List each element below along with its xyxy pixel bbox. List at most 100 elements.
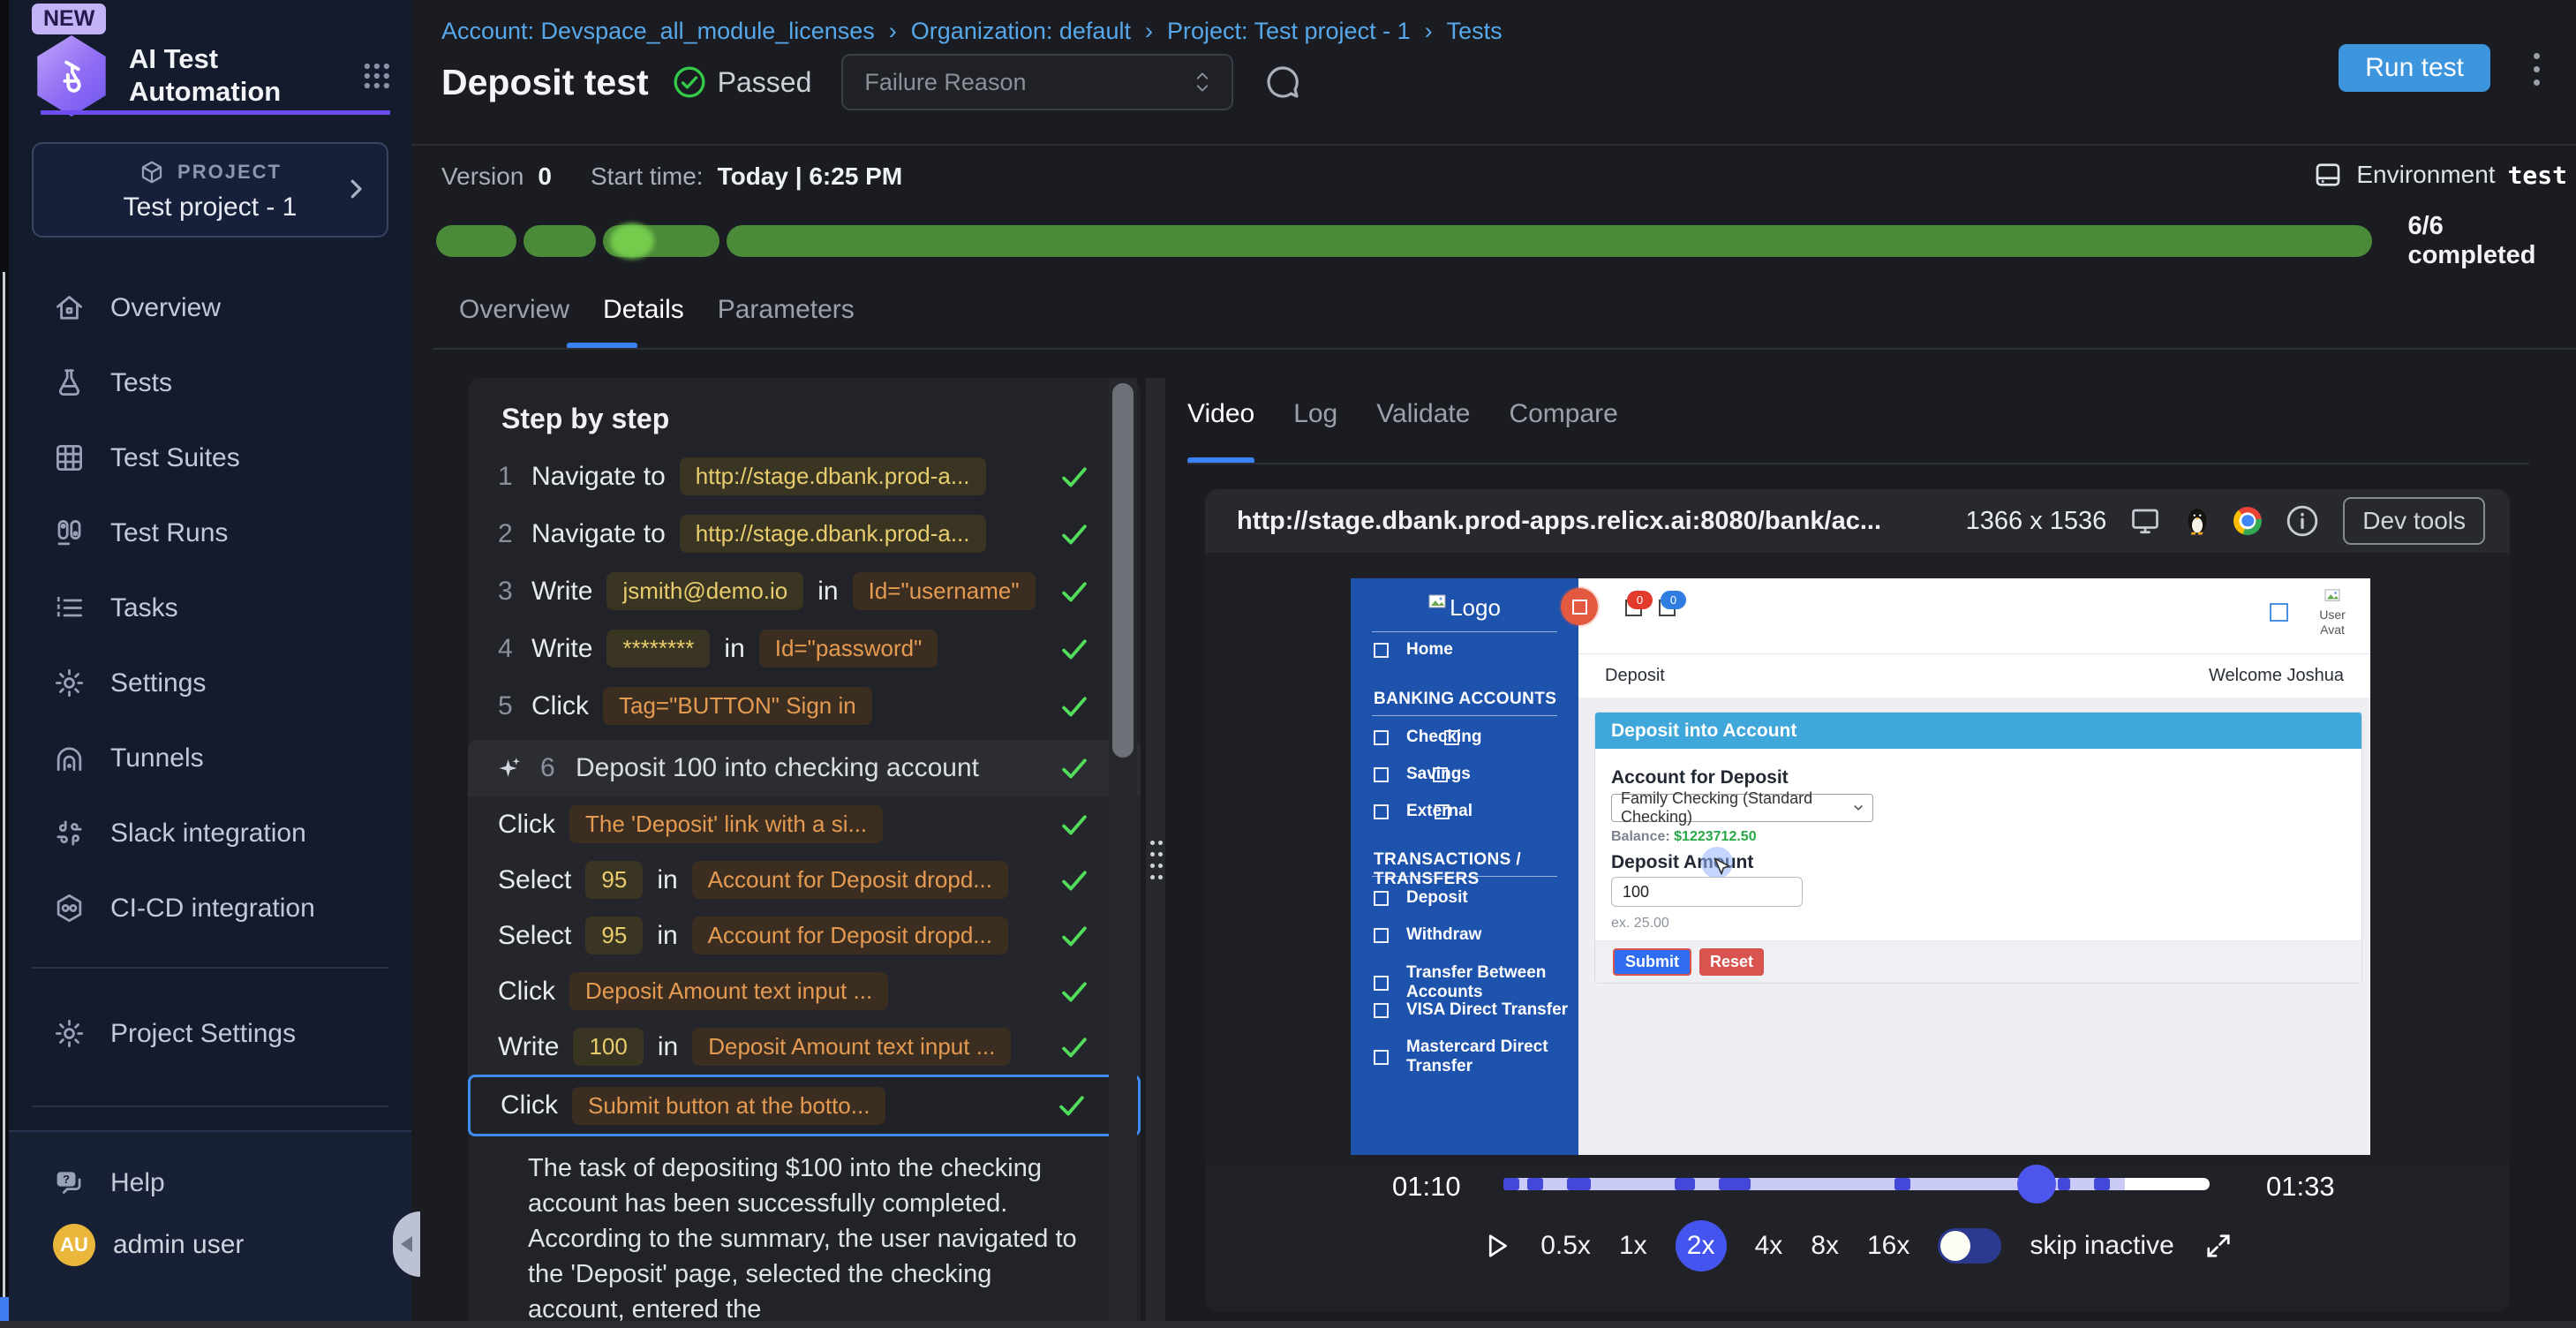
bank-nav-external[interactable]: External [1374,802,1473,821]
bank-submit-button[interactable]: Submit [1613,948,1691,976]
step-target-chip[interactable]: The 'Deposit' link with a si... [569,805,883,843]
window-bottom-edge [0,1321,2576,1328]
speed-2x-active[interactable]: 2x [1676,1220,1727,1271]
tab-details[interactable]: Details [603,295,684,325]
step-target-chip[interactable]: Account for Deposit dropd... [692,861,1008,899]
speed-16x[interactable]: 16x [1867,1231,1909,1261]
broken-image-icon [1428,594,1446,610]
more-menu-icon[interactable] [2530,53,2542,88]
step-target-chip[interactable]: Tag="BUTTON" Sign in [603,687,872,725]
breadcrumb-account[interactable]: Account: Devspace_all_module_licenses [441,18,875,45]
sidebar-item-cicd-integration[interactable]: CI-CD integration [32,871,388,946]
step-target-chip[interactable]: Submit button at the botto... [572,1087,885,1125]
step-value-chip[interactable]: jsmith@demo.io [606,572,803,610]
step-row-5[interactable]: 5 Click Tag="BUTTON" Sign in [468,677,1141,735]
run-test-button[interactable]: Run test [2339,44,2490,92]
bank-nav-deposit[interactable]: Deposit [1374,888,1468,908]
tab-validate[interactable]: Validate [1376,399,1470,429]
progress-segment[interactable] [727,225,2372,257]
dev-tools-button[interactable]: Dev tools [2343,497,2485,545]
step-value-chip[interactable]: http://stage.dbank.prod-a... [680,515,986,553]
tab-parameters[interactable]: Parameters [718,295,855,325]
step-target-chip[interactable]: Id="username" [853,572,1036,610]
sidebar-item-slack-integration[interactable]: Slack integration [32,796,388,871]
breadcrumb-tests[interactable]: Tests [1447,18,1503,45]
step-row-4[interactable]: 4 Write ******** in Id="password" [468,620,1141,677]
progress-segment[interactable] [436,225,516,257]
speed-0.5x[interactable]: 0.5x [1540,1231,1591,1261]
bank-nav-transfer[interactable]: Transfer Between Accounts [1374,963,1578,1002]
sidebar-item-tasks[interactable]: Tasks [32,570,388,645]
speed-4x[interactable]: 4x [1755,1231,1783,1261]
speed-8x[interactable]: 8x [1811,1231,1839,1261]
play-icon[interactable] [1480,1230,1512,1262]
sidebar-item-test-runs[interactable]: Test Runs [32,495,388,570]
sidebar-item-tests[interactable]: Tests [32,345,388,420]
new-badge: NEW [32,4,106,34]
step-target-chip[interactable]: Account for Deposit dropd... [692,917,1008,954]
bank-reset-button[interactable]: Reset [1699,948,1764,976]
ai-step-group-header[interactable]: 6 Deposit 100 into checking account [468,740,1141,796]
progress-segment[interactable] [603,225,719,257]
breadcrumb-project[interactable]: Project: Test project - 1 [1167,18,1411,45]
tab-video[interactable]: Video [1187,399,1254,429]
steps-scrollbar-thumb[interactable] [1112,383,1134,758]
step-value-chip[interactable]: 100 [573,1028,643,1066]
speed-1x[interactable]: 1x [1619,1231,1647,1261]
failure-reason-select[interactable]: Failure Reason [841,54,1233,110]
user-menu[interactable]: AU admin user [53,1224,411,1266]
tab-overview[interactable]: Overview [459,295,569,325]
bank-nav-home[interactable]: Home [1374,640,1453,660]
video-stage[interactable]: Logo Home BANKING ACCOUNTS Checking Savi… [1205,553,2510,1164]
step-row-3[interactable]: 3 Write jsmith@demo.io in Id="username" [468,562,1141,620]
substep-row-1[interactable]: Click The 'Deposit' link with a si... [468,796,1141,852]
sidebar-item-test-suites[interactable]: Test Suites [32,420,388,495]
bank-nav-withdraw[interactable]: Withdraw [1374,925,1481,945]
step-value-chip[interactable]: 95 [585,917,643,954]
comment-icon[interactable] [1262,61,1304,103]
step-value-chip[interactable]: 95 [585,861,643,899]
ai-step-title: Deposit 100 into checking account [576,753,979,783]
info-icon[interactable] [2285,503,2320,539]
timeline-track[interactable] [1503,1178,2210,1190]
step-target-chip[interactable]: Id="password" [759,630,938,668]
progress-segment[interactable] [523,225,597,257]
edge-scrollbar[interactable] [3,272,5,1319]
step-value-chip[interactable]: ******** [606,630,710,668]
sidebar-item-help[interactable]: ? Help [32,1155,411,1211]
bank-nav-savings[interactable]: Savings [1374,765,1471,784]
tab-log[interactable]: Log [1293,399,1337,429]
bank-user-avatar[interactable]: UserAvat [2301,589,2363,638]
substep-row-5[interactable]: Write 100 in Deposit Amount text input .… [468,1019,1141,1075]
substep-row-4[interactable]: Click Deposit Amount text input ... [468,963,1141,1019]
account-for-deposit-select[interactable]: Family Checking (Standard Checking) [1611,794,1873,822]
sidebar-item-overview[interactable]: Overview [32,270,388,345]
sidebar-item-tunnels[interactable]: Tunnels [32,721,388,796]
breadcrumb-organization[interactable]: Organization: default [911,18,1131,45]
step-value-chip[interactable]: http://stage.dbank.prod-a... [680,457,986,495]
step-row-1[interactable]: 1 Navigate to http://stage.dbank.prod-a.… [468,448,1141,505]
project-selector[interactable]: PROJECT Test project - 1 [32,142,388,238]
substep-row-3[interactable]: Select 95 in Account for Deposit dropd..… [468,908,1141,963]
timeline-playhead[interactable] [2017,1165,2056,1204]
notification-icon[interactable]: 0 [1625,600,1642,616]
deposit-amount-input[interactable]: 100 [1611,877,1803,907]
tab-compare[interactable]: Compare [1509,399,1617,429]
skip-inactive-toggle[interactable] [1938,1228,2001,1264]
step-target-chip[interactable]: Deposit Amount text input ... [692,1028,1011,1066]
app-grid-icon[interactable] [360,57,394,95]
step-target-chip[interactable]: Deposit Amount text input ... [569,972,888,1010]
fullscreen-icon[interactable] [2203,1230,2234,1262]
sidebar-item-project-settings[interactable]: Project Settings [32,996,388,1071]
sidebar-item-settings[interactable]: Settings [32,645,388,721]
panel-resize-grip-icon[interactable] [1149,837,1164,881]
bank-nav-visa-transfer[interactable]: VISA Direct Transfer [1374,1000,1568,1020]
substep-row-2[interactable]: Select 95 in Account for Deposit dropd..… [468,852,1141,908]
step-row-2[interactable]: 2 Navigate to http://stage.dbank.prod-a.… [468,505,1141,562]
home-icon [53,291,86,324]
bank-nav-mastercard-transfer[interactable]: Mastercard Direct Transfer [1374,1038,1578,1076]
bank-nav-checking[interactable]: Checking [1374,728,1482,747]
selected-placeholder-icon[interactable] [2270,603,2288,622]
substep-row-6-selected[interactable]: Click Submit button at the botto... [468,1075,1141,1136]
message-icon[interactable]: 0 [1659,600,1676,616]
